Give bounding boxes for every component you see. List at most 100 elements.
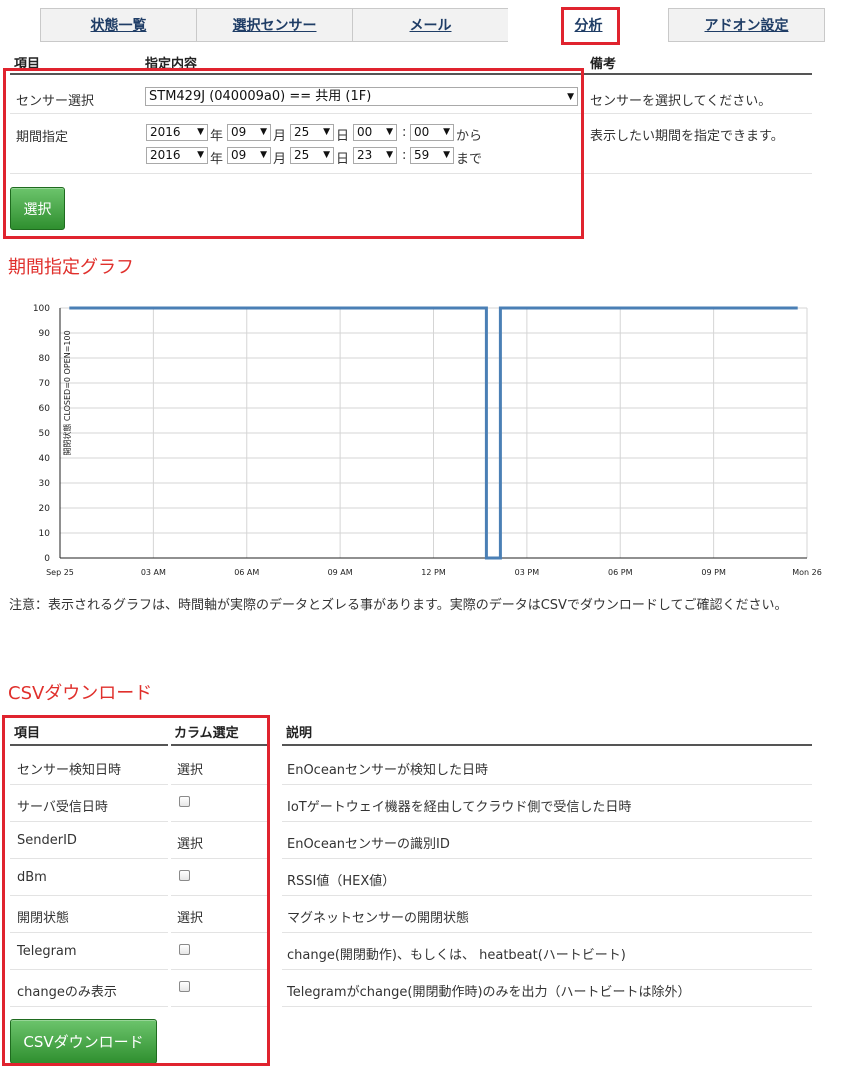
- to-hour-value: 23: [357, 148, 373, 162]
- column-selected-label: 選択: [177, 763, 204, 778]
- tab-selected-sensor[interactable]: 選択センサー: [196, 8, 353, 42]
- to-minute-select[interactable]: 59 ▼: [410, 147, 454, 164]
- row-divider: [171, 932, 267, 933]
- unit-year: 年: [210, 129, 224, 144]
- tab-analysis[interactable]: 分析: [508, 8, 669, 42]
- csv-row-desc: EnOceanセンサーの識別ID: [287, 837, 450, 852]
- period-line-chart: 0 10 20 30 40 50 60 70 80 90 100 Sep 25 03 AM 06 AM 09…: [33, 304, 822, 577]
- from-year-select[interactable]: 2016 ▼: [146, 124, 208, 141]
- csv-row-desc: IoTゲートウェイ機器を経由してクラウド側で受信した日時: [287, 800, 632, 815]
- x-tick-label: Mon 26: [792, 568, 822, 577]
- row-divider: [10, 784, 168, 785]
- chevron-down-icon: ▼: [386, 127, 393, 137]
- chevron-down-icon: ▼: [567, 92, 574, 102]
- tab-mail[interactable]: メール: [352, 8, 509, 42]
- column-selected-label: 選択: [177, 837, 204, 852]
- chevron-down-icon: ▼: [443, 127, 450, 137]
- row-divider: [282, 895, 812, 896]
- to-month-select[interactable]: 09 ▼: [227, 147, 271, 164]
- y-tick-label: 100: [33, 304, 50, 314]
- from-day-select[interactable]: 25 ▼: [290, 124, 334, 141]
- sensor-select-note: センサーを選択してください。: [590, 94, 772, 109]
- y-tick-label: 80: [39, 354, 51, 364]
- tab-bar: 状態一覧 選択センサー メール 分析 アドオン設定: [40, 8, 825, 43]
- y-tick-label: 50: [39, 429, 51, 439]
- to-hour-select[interactable]: 23 ▼: [353, 147, 397, 164]
- row-divider: [10, 113, 812, 114]
- column-checkbox[interactable]: [179, 981, 190, 992]
- chevron-down-icon: ▼: [323, 150, 330, 160]
- row-divider: [171, 895, 267, 896]
- csv-section-title: CSVダウンロード: [8, 683, 153, 704]
- tab-addon-settings[interactable]: アドオン設定: [668, 8, 825, 42]
- from-hour-select[interactable]: 00 ▼: [353, 124, 397, 141]
- csv-row-item: Telegram: [17, 944, 77, 959]
- unit-day: 日: [336, 152, 350, 167]
- from-year-value: 2016: [150, 125, 181, 139]
- sensor-select-value: STM429J (040009a0) == 共用 (1F): [149, 89, 372, 104]
- csv-row-item: サーバ受信日時: [17, 800, 108, 815]
- filter-header-item: 項目: [14, 57, 41, 72]
- to-year-select[interactable]: 2016 ▼: [146, 147, 208, 164]
- row-divider: [282, 932, 812, 933]
- period-label: 期間指定: [16, 130, 69, 145]
- sensor-select[interactable]: STM429J (040009a0) == 共用 (1F) ▼: [145, 87, 578, 106]
- filter-header-content: 指定内容: [145, 57, 198, 72]
- csv-row-desc: マグネットセンサーの開閉状態: [287, 911, 470, 926]
- x-tick-label: 06 PM: [608, 568, 633, 577]
- csv-header-divider: [171, 744, 267, 746]
- csv-download-button[interactable]: CSVダウンロード: [10, 1019, 157, 1064]
- x-tick-label: 09 AM: [328, 568, 353, 577]
- unit-colon: :: [402, 148, 407, 163]
- x-tick-label: Sep 25: [46, 568, 74, 577]
- filter-header-divider: [10, 73, 812, 75]
- row-divider: [171, 821, 267, 822]
- csv-header-item: 項目: [14, 726, 41, 741]
- graph-note: 注意：表示されるグラフは、時間軸が実際のデータとズレる事があります。実際のデータ…: [9, 598, 788, 613]
- row-divider: [171, 858, 267, 859]
- row-divider: [282, 821, 812, 822]
- column-checkbox[interactable]: [179, 870, 190, 881]
- y-tick-label: 20: [39, 504, 51, 514]
- csv-row-desc: change(開閉動作)、もしくは、 heatbeat(ハートビート): [287, 948, 626, 963]
- to-day-select[interactable]: 25 ▼: [290, 147, 334, 164]
- csv-header-column: カラム選定: [174, 726, 239, 741]
- csv-header-divider: [282, 744, 812, 746]
- chevron-down-icon: ▼: [260, 150, 267, 160]
- y-axis-label: 開閉状態 CLOSED=0 OPEN=100: [62, 330, 72, 455]
- tab-status-list[interactable]: 状態一覧: [40, 8, 197, 42]
- y-tick-label: 60: [39, 404, 51, 414]
- csv-row-item: dBm: [17, 870, 47, 885]
- from-day-value: 25: [294, 125, 310, 139]
- y-tick-label: 10: [39, 529, 51, 539]
- unit-year: 年: [210, 152, 224, 167]
- chevron-down-icon: ▼: [386, 150, 393, 160]
- chevron-down-icon: ▼: [197, 127, 204, 137]
- x-tick-label: 06 AM: [234, 568, 259, 577]
- x-tick-label: 03 PM: [515, 568, 540, 577]
- unit-month: 月: [273, 152, 287, 167]
- to-year-value: 2016: [150, 148, 181, 162]
- from-month-select[interactable]: 09 ▼: [227, 124, 271, 141]
- column-checkbox[interactable]: [179, 944, 190, 955]
- select-button[interactable]: 選択: [10, 187, 65, 230]
- chevron-down-icon: ▼: [260, 127, 267, 137]
- row-divider: [10, 969, 168, 970]
- chevron-down-icon: ▼: [197, 150, 204, 160]
- sensor-select-label: センサー選択: [16, 94, 95, 109]
- chevron-down-icon: ▼: [443, 150, 450, 160]
- csv-row-item: 開閉状態: [17, 911, 70, 926]
- row-divider: [10, 858, 168, 859]
- from-suffix: から: [456, 129, 483, 144]
- row-divider: [10, 821, 168, 822]
- column-checkbox[interactable]: [179, 796, 190, 807]
- from-minute-select[interactable]: 00 ▼: [410, 124, 454, 141]
- csv-row-item: changeのみ表示: [17, 985, 117, 1000]
- row-divider: [282, 784, 812, 785]
- csv-row-item: SenderID: [17, 833, 77, 848]
- from-minute-value: 00: [414, 125, 430, 139]
- row-divider: [171, 1006, 267, 1007]
- csv-row-desc: RSSI値（HEX値）: [287, 874, 396, 889]
- row-divider: [282, 1006, 812, 1007]
- unit-colon: :: [402, 125, 407, 140]
